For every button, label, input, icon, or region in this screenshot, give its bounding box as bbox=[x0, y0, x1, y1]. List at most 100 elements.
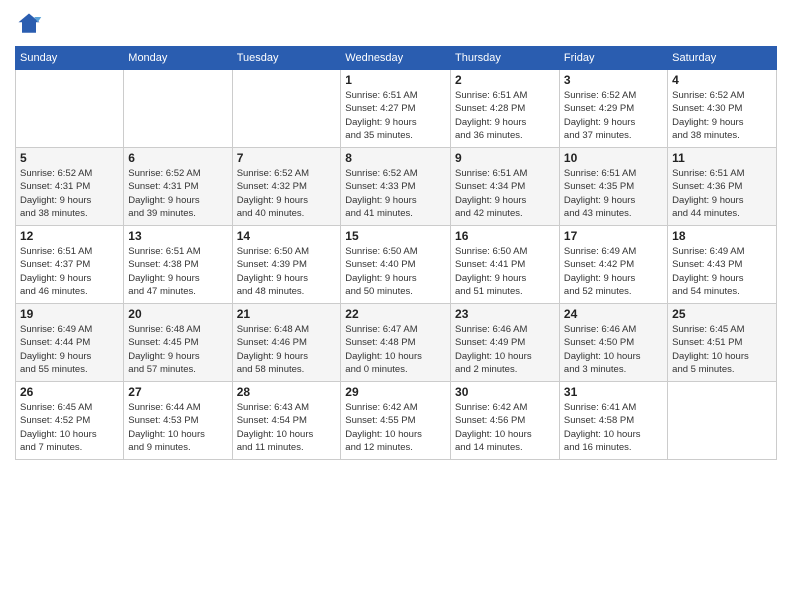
day-info: Sunrise: 6:52 AM Sunset: 4:30 PM Dayligh… bbox=[672, 89, 772, 142]
day-number: 14 bbox=[237, 229, 337, 243]
day-number: 30 bbox=[455, 385, 555, 399]
day-number: 15 bbox=[345, 229, 446, 243]
weekday-header: Sunday bbox=[16, 47, 124, 70]
weekday-header: Friday bbox=[559, 47, 667, 70]
calendar-week-row: 5 Sunrise: 6:52 AM Sunset: 4:31 PM Daylig… bbox=[16, 148, 777, 226]
calendar-cell: 26Sunrise: 6:45 AM Sunset: 4:52 PM Dayli… bbox=[16, 382, 124, 460]
calendar-cell: 20 Sunrise: 6:48 AM Sunset: 4:45 PM Dayli… bbox=[124, 304, 232, 382]
logo bbox=[15, 10, 47, 38]
day-info: Sunrise: 6:49 AM Sunset: 4:42 PM Dayligh… bbox=[564, 245, 663, 298]
day-number: 5 bbox=[20, 151, 119, 165]
calendar-cell: 11Sunrise: 6:51 AM Sunset: 4:36 PM Dayli… bbox=[668, 148, 777, 226]
day-number: 18 bbox=[672, 229, 772, 243]
day-info: Sunrise: 6:51 AM Sunset: 4:27 PM Dayligh… bbox=[345, 89, 446, 142]
calendar-table: SundayMondayTuesdayWednesdayThursdayFrid… bbox=[15, 46, 777, 460]
weekday-header: Thursday bbox=[451, 47, 560, 70]
day-number: 2 bbox=[455, 73, 555, 87]
day-info: Sunrise: 6:45 AM Sunset: 4:52 PM Dayligh… bbox=[20, 401, 119, 454]
day-info: Sunrise: 6:49 AM Sunset: 4:43 PM Dayligh… bbox=[672, 245, 772, 298]
header-row bbox=[15, 10, 777, 38]
day-number: 22 bbox=[345, 307, 446, 321]
calendar-container: SundayMondayTuesdayWednesdayThursdayFrid… bbox=[0, 0, 792, 612]
calendar-week-row: 19Sunrise: 6:49 AM Sunset: 4:44 PM Dayli… bbox=[16, 304, 777, 382]
weekday-header: Tuesday bbox=[232, 47, 341, 70]
calendar-cell: 23 Sunrise: 6:46 AM Sunset: 4:49 PM Dayli… bbox=[451, 304, 560, 382]
day-number: 6 bbox=[128, 151, 227, 165]
calendar-cell: 10Sunrise: 6:51 AM Sunset: 4:35 PM Dayli… bbox=[559, 148, 667, 226]
calendar-cell: 15 Sunrise: 6:50 AM Sunset: 4:40 PM Dayli… bbox=[341, 226, 451, 304]
calendar-cell bbox=[668, 382, 777, 460]
calendar-cell: 3 Sunrise: 6:52 AM Sunset: 4:29 PM Daylig… bbox=[559, 70, 667, 148]
calendar-cell: 8 Sunrise: 6:52 AM Sunset: 4:33 PM Daylig… bbox=[341, 148, 451, 226]
day-number: 13 bbox=[128, 229, 227, 243]
day-info: Sunrise: 6:52 AM Sunset: 4:29 PM Dayligh… bbox=[564, 89, 663, 142]
day-info: Sunrise: 6:45 AM Sunset: 4:51 PM Dayligh… bbox=[672, 323, 772, 376]
calendar-cell: 30 Sunrise: 6:42 AM Sunset: 4:56 PM Dayli… bbox=[451, 382, 560, 460]
day-info: Sunrise: 6:51 AM Sunset: 4:37 PM Dayligh… bbox=[20, 245, 119, 298]
day-info: Sunrise: 6:44 AM Sunset: 4:53 PM Dayligh… bbox=[128, 401, 227, 454]
logo-icon bbox=[15, 10, 43, 38]
day-number: 29 bbox=[345, 385, 446, 399]
calendar-cell: 22Sunrise: 6:47 AM Sunset: 4:48 PM Dayli… bbox=[341, 304, 451, 382]
day-number: 3 bbox=[564, 73, 663, 87]
calendar-cell: 27 Sunrise: 6:44 AM Sunset: 4:53 PM Dayli… bbox=[124, 382, 232, 460]
weekday-header: Wednesday bbox=[341, 47, 451, 70]
calendar-cell: 24 Sunrise: 6:46 AM Sunset: 4:50 PM Dayli… bbox=[559, 304, 667, 382]
calendar-cell: 31 Sunrise: 6:41 AM Sunset: 4:58 PM Dayli… bbox=[559, 382, 667, 460]
calendar-cell: 4 Sunrise: 6:52 AM Sunset: 4:30 PM Daylig… bbox=[668, 70, 777, 148]
day-number: 1 bbox=[345, 73, 446, 87]
calendar-cell: 19Sunrise: 6:49 AM Sunset: 4:44 PM Dayli… bbox=[16, 304, 124, 382]
day-info: Sunrise: 6:50 AM Sunset: 4:40 PM Dayligh… bbox=[345, 245, 446, 298]
day-info: Sunrise: 6:51 AM Sunset: 4:34 PM Dayligh… bbox=[455, 167, 555, 220]
day-info: Sunrise: 6:52 AM Sunset: 4:33 PM Dayligh… bbox=[345, 167, 446, 220]
calendar-cell: 2 Sunrise: 6:51 AM Sunset: 4:28 PM Daylig… bbox=[451, 70, 560, 148]
calendar-cell: 28 Sunrise: 6:43 AM Sunset: 4:54 PM Dayli… bbox=[232, 382, 341, 460]
day-number: 28 bbox=[237, 385, 337, 399]
day-info: Sunrise: 6:48 AM Sunset: 4:45 PM Dayligh… bbox=[128, 323, 227, 376]
day-info: Sunrise: 6:43 AM Sunset: 4:54 PM Dayligh… bbox=[237, 401, 337, 454]
day-info: Sunrise: 6:42 AM Sunset: 4:55 PM Dayligh… bbox=[345, 401, 446, 454]
day-info: Sunrise: 6:50 AM Sunset: 4:39 PM Dayligh… bbox=[237, 245, 337, 298]
day-number: 11 bbox=[672, 151, 772, 165]
day-info: Sunrise: 6:51 AM Sunset: 4:38 PM Dayligh… bbox=[128, 245, 227, 298]
calendar-cell: 29 Sunrise: 6:42 AM Sunset: 4:55 PM Dayli… bbox=[341, 382, 451, 460]
day-number: 20 bbox=[128, 307, 227, 321]
day-number: 4 bbox=[672, 73, 772, 87]
calendar-cell: 5 Sunrise: 6:52 AM Sunset: 4:31 PM Daylig… bbox=[16, 148, 124, 226]
calendar-cell: 12 Sunrise: 6:51 AM Sunset: 4:37 PM Dayli… bbox=[16, 226, 124, 304]
day-number: 21 bbox=[237, 307, 337, 321]
calendar-cell: 21 Sunrise: 6:48 AM Sunset: 4:46 PM Dayli… bbox=[232, 304, 341, 382]
calendar-cell: 17 Sunrise: 6:49 AM Sunset: 4:42 PM Dayli… bbox=[559, 226, 667, 304]
calendar-week-row: 12 Sunrise: 6:51 AM Sunset: 4:37 PM Dayli… bbox=[16, 226, 777, 304]
calendar-cell: 13 Sunrise: 6:51 AM Sunset: 4:38 PM Dayli… bbox=[124, 226, 232, 304]
day-number: 16 bbox=[455, 229, 555, 243]
day-number: 12 bbox=[20, 229, 119, 243]
day-info: Sunrise: 6:51 AM Sunset: 4:28 PM Dayligh… bbox=[455, 89, 555, 142]
calendar-week-row: 26Sunrise: 6:45 AM Sunset: 4:52 PM Dayli… bbox=[16, 382, 777, 460]
day-number: 8 bbox=[345, 151, 446, 165]
day-info: Sunrise: 6:49 AM Sunset: 4:44 PM Dayligh… bbox=[20, 323, 119, 376]
day-info: Sunrise: 6:52 AM Sunset: 4:32 PM Dayligh… bbox=[237, 167, 337, 220]
calendar-cell: 9Sunrise: 6:51 AM Sunset: 4:34 PM Daylig… bbox=[451, 148, 560, 226]
day-info: Sunrise: 6:41 AM Sunset: 4:58 PM Dayligh… bbox=[564, 401, 663, 454]
day-number: 17 bbox=[564, 229, 663, 243]
weekday-header-row: SundayMondayTuesdayWednesdayThursdayFrid… bbox=[16, 47, 777, 70]
calendar-cell: 16 Sunrise: 6:50 AM Sunset: 4:41 PM Dayli… bbox=[451, 226, 560, 304]
day-number: 25 bbox=[672, 307, 772, 321]
day-number: 24 bbox=[564, 307, 663, 321]
day-number: 10 bbox=[564, 151, 663, 165]
calendar-cell: 25 Sunrise: 6:45 AM Sunset: 4:51 PM Dayli… bbox=[668, 304, 777, 382]
day-number: 7 bbox=[237, 151, 337, 165]
day-info: Sunrise: 6:52 AM Sunset: 4:31 PM Dayligh… bbox=[20, 167, 119, 220]
day-info: Sunrise: 6:42 AM Sunset: 4:56 PM Dayligh… bbox=[455, 401, 555, 454]
day-number: 27 bbox=[128, 385, 227, 399]
day-info: Sunrise: 6:48 AM Sunset: 4:46 PM Dayligh… bbox=[237, 323, 337, 376]
day-number: 31 bbox=[564, 385, 663, 399]
calendar-week-row: 1 Sunrise: 6:51 AM Sunset: 4:27 PM Daylig… bbox=[16, 70, 777, 148]
day-info: Sunrise: 6:46 AM Sunset: 4:50 PM Dayligh… bbox=[564, 323, 663, 376]
day-info: Sunrise: 6:46 AM Sunset: 4:49 PM Dayligh… bbox=[455, 323, 555, 376]
day-number: 23 bbox=[455, 307, 555, 321]
day-info: Sunrise: 6:50 AM Sunset: 4:41 PM Dayligh… bbox=[455, 245, 555, 298]
calendar-cell: 6Sunrise: 6:52 AM Sunset: 4:31 PM Daylig… bbox=[124, 148, 232, 226]
calendar-cell: 14 Sunrise: 6:50 AM Sunset: 4:39 PM Dayli… bbox=[232, 226, 341, 304]
